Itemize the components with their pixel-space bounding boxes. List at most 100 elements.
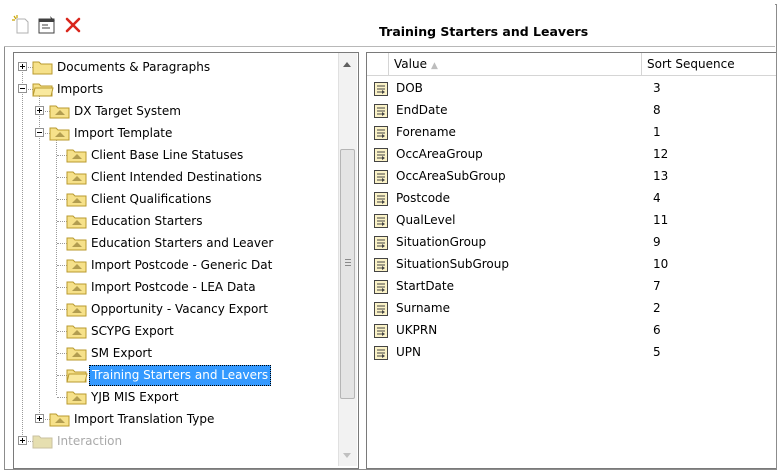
list-row-sort-sequence: 3	[653, 81, 661, 95]
list-row-sort-sequence: 6	[653, 323, 661, 337]
tree-item[interactable]: Training Starters and Leavers	[14, 364, 337, 386]
folder-arrow-icon	[66, 389, 88, 408]
list-row-value: UKPRN	[396, 323, 438, 337]
expand-plus-icon[interactable]	[18, 436, 27, 445]
column-header-sort-sequence[interactable]: Sort Sequence	[642, 53, 776, 75]
tree-item[interactable]: Import Template	[14, 122, 337, 144]
list-row-sort-sequence: 5	[653, 345, 661, 359]
tree-item[interactable]: Import Translation Type	[14, 408, 337, 430]
expand-plus-icon[interactable]	[18, 62, 27, 71]
list-row-sort-sequence: 7	[653, 279, 661, 293]
list-row-sort-sequence: 11	[653, 213, 669, 227]
panel-title: Training Starters and Leavers	[379, 24, 589, 39]
folder-arrow-icon	[49, 125, 71, 144]
tree-item[interactable]: SCYPG Export	[14, 320, 337, 342]
list-row[interactable]: UKPRN 6	[367, 319, 776, 341]
tree-item[interactable]: Import Postcode - LEA Data	[14, 276, 337, 298]
delete-icon[interactable]	[62, 14, 84, 36]
tree-item[interactable]: Client Qualifications	[14, 188, 337, 210]
list-row-value: SituationGroup	[396, 235, 487, 249]
tree-item-label: Import Translation Type	[74, 412, 215, 426]
list-row-value: OccAreaGroup	[396, 147, 483, 161]
tree-item-label: Import Postcode - Generic Dat	[91, 258, 273, 272]
expand-plus-icon[interactable]	[35, 106, 44, 115]
tree-vertical-scrollbar[interactable]	[338, 53, 357, 466]
tree-item-label: Client Base Line Statuses	[91, 148, 244, 162]
tree-item[interactable]: Documents & Paragraphs	[14, 56, 337, 78]
list-row-value: OccAreaSubGroup	[396, 169, 506, 183]
list-row[interactable]: DOB 3	[367, 77, 776, 99]
list-row[interactable]: OccAreaSubGroup 13	[367, 165, 776, 187]
list-row-value: UPN	[396, 345, 421, 359]
new-item-icon[interactable]	[10, 14, 32, 36]
tree-item[interactable]: YJB MIS Export	[14, 386, 337, 408]
folder-arrow-icon	[66, 279, 88, 298]
tree-item-label: Documents & Paragraphs	[57, 60, 211, 74]
list-row-value: StartDate	[396, 279, 454, 293]
header-icon-column	[367, 53, 389, 75]
folder-arrow-icon	[66, 191, 88, 210]
tree-item[interactable]: Imports	[14, 78, 337, 100]
tree-view[interactable]: Documents & Paragraphs Imports DX Target S…	[13, 52, 359, 469]
list-row-value: Postcode	[396, 191, 451, 205]
tree-item[interactable]: Client Base Line Statuses	[14, 144, 337, 166]
list-row-sort-sequence: 12	[653, 147, 669, 161]
tree-item-label: Interaction	[57, 434, 123, 448]
tree-item[interactable]: DX Target System	[14, 100, 337, 122]
list-row[interactable]: Forename 1	[367, 121, 776, 143]
tree-item[interactable]: Client Intended Destinations	[14, 166, 337, 188]
expand-plus-icon[interactable]	[35, 414, 44, 423]
properties-icon[interactable]	[36, 14, 58, 36]
tree-item-label: Import Template	[74, 126, 173, 140]
list-row-sort-sequence: 1	[653, 125, 661, 139]
values-list[interactable]: Value ▲ Sort Sequence DOB 3 EndDate 8 Forenam…	[366, 52, 776, 469]
folder-open-icon	[32, 81, 54, 100]
scroll-down-arrow-icon[interactable]	[343, 453, 351, 458]
tree-item[interactable]: SM Export	[14, 342, 337, 364]
list-row[interactable]: EndDate 8	[367, 99, 776, 121]
list-row[interactable]: UPN 5	[367, 341, 776, 363]
toolbar: Training Starters and Leavers	[4, 4, 775, 47]
tree-item[interactable]: Education Starters and Leaver	[14, 232, 337, 254]
list-row[interactable]: OccAreaGroup 12	[367, 143, 776, 165]
list-row[interactable]: QualLevel 11	[367, 209, 776, 231]
collapse-minus-icon[interactable]	[18, 84, 27, 93]
folder-arrow-icon	[66, 169, 88, 188]
folder-arrow-icon	[66, 257, 88, 276]
list-header: Value ▲ Sort Sequence	[367, 53, 776, 76]
folder-arrow-icon	[66, 213, 88, 232]
list-row-sort-sequence: 9	[653, 235, 661, 249]
tree-item[interactable]: Education Starters	[14, 210, 337, 232]
tree-item-label: Training Starters and Leavers	[89, 365, 272, 386]
scroll-up-arrow-icon[interactable]	[343, 62, 351, 67]
collapse-minus-icon[interactable]	[35, 128, 44, 137]
folder-icon	[32, 433, 54, 452]
folder-arrow-icon	[66, 323, 88, 342]
folder-arrow-icon	[49, 411, 71, 430]
list-row-sort-sequence: 4	[653, 191, 661, 205]
list-row[interactable]: SituationSubGroup 10	[367, 253, 776, 275]
list-row[interactable]: StartDate 7	[367, 275, 776, 297]
list-row-value: QualLevel	[396, 213, 456, 227]
tree-item-label: SM Export	[91, 346, 153, 360]
tree-item[interactable]: Interaction	[14, 430, 337, 452]
list-row-sort-sequence: 10	[653, 257, 669, 271]
folder-icon	[32, 59, 54, 78]
tree-item[interactable]: Import Postcode - Generic Dat	[14, 254, 337, 276]
column-header-sort-sequence-label: Sort Sequence	[647, 57, 735, 71]
list-row[interactable]: Surname 2	[367, 297, 776, 319]
tree-item-label: Client Intended Destinations	[91, 170, 262, 184]
tree-item-label: SCYPG Export	[91, 324, 174, 338]
folder-arrow-icon	[49, 103, 71, 122]
list-row-value: SituationSubGroup	[396, 257, 509, 271]
tree-item-label: Client Qualifications	[91, 192, 212, 206]
list-row-sort-sequence: 8	[653, 103, 661, 117]
scrollbar-thumb[interactable]	[340, 149, 355, 399]
tree-item-label: YJB MIS Export	[91, 390, 179, 404]
folder-arrow-icon	[66, 147, 88, 166]
list-row-value: Surname	[396, 301, 450, 315]
list-row[interactable]: Postcode 4	[367, 187, 776, 209]
list-row[interactable]: SituationGroup 9	[367, 231, 776, 253]
column-header-value[interactable]: Value ▲	[389, 53, 642, 75]
tree-item[interactable]: Opportunity - Vacancy Export	[14, 298, 337, 320]
